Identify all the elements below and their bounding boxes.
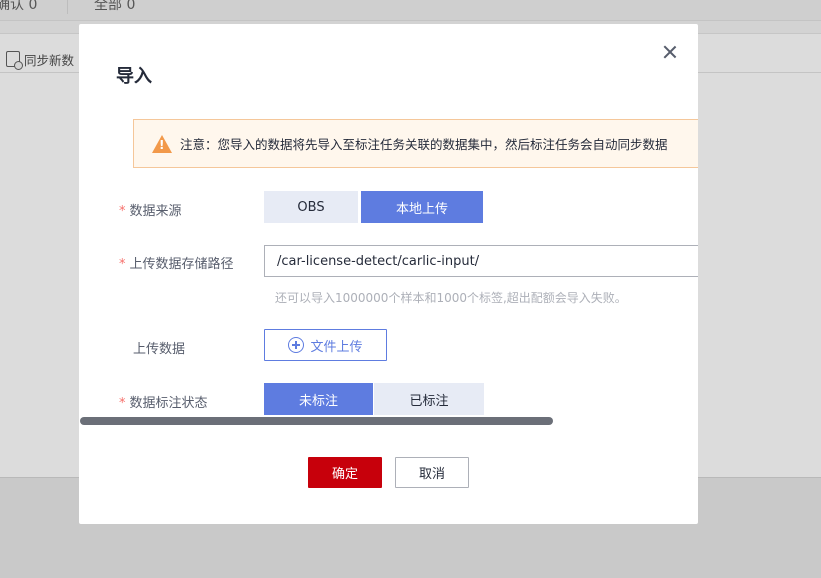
data-source-label-text: 数据来源: [129, 204, 182, 219]
horizontal-scrollbar[interactable]: [80, 417, 553, 425]
plus-circle-icon: [288, 337, 305, 353]
cancel-button[interactable]: 取消: [395, 457, 469, 488]
required-marker: *: [119, 257, 126, 272]
data-source-local-upload-option[interactable]: 本地上传: [361, 191, 483, 223]
confirm-button[interactable]: 确定: [308, 457, 382, 488]
data-source-label: * 数据来源: [119, 200, 182, 219]
sync-new-data-label: 同步新数: [24, 52, 75, 68]
label-status-labeled-option[interactable]: 已标注: [374, 383, 484, 415]
upload-path-label-text: 上传数据存储路径: [129, 257, 234, 272]
close-icon[interactable]: [659, 42, 681, 64]
label-status-unlabeled-option[interactable]: 未标注: [264, 383, 373, 415]
required-marker: *: [119, 204, 126, 219]
notice-text: 注意：您导入的数据将先导入至标注任务关联的数据集中，然后标注任务会自动同步数据: [180, 137, 668, 152]
quota-hint: 还可以导入1000000个样本和1000个标签,超出配额会导入失败。: [275, 291, 627, 305]
label-status-selector: 未标注 已标注: [264, 383, 484, 415]
upload-data-label: 上传数据: [133, 342, 186, 357]
required-marker: *: [119, 396, 126, 411]
document-sync-icon: [6, 51, 23, 70]
file-upload-button[interactable]: 文件上传: [264, 329, 387, 361]
import-dialog: 导入 ! 注意：您导入的数据将先导入至标注任务关联的数据集中，然后标注任务会自动…: [79, 24, 698, 524]
label-status-label: * 数据标注状态: [119, 392, 208, 411]
background-stats-bar: 确认 0 全部 0: [0, 0, 821, 21]
dialog-title: 导入: [116, 66, 152, 87]
data-source-selector: OBS 本地上传: [264, 191, 483, 223]
notice-banner: ! 注意：您导入的数据将先导入至标注任务关联的数据集中，然后标注任务会自动同步数…: [133, 119, 698, 168]
sync-new-data-button[interactable]: 同步新数: [6, 46, 74, 72]
warning-icon: !: [152, 134, 172, 153]
label-status-label-text: 数据标注状态: [129, 396, 208, 411]
upload-path-label: * 上传数据存储路径: [119, 253, 234, 272]
stat-all: 全部 0: [94, 0, 136, 13]
upload-path-input[interactable]: /car-license-detect/carlic-input/: [264, 245, 698, 277]
stats-divider: [67, 0, 68, 14]
file-upload-label: 文件上传: [310, 339, 363, 355]
stat-confirmed: 确认 0: [0, 0, 38, 13]
data-source-obs-option[interactable]: OBS: [264, 191, 358, 223]
